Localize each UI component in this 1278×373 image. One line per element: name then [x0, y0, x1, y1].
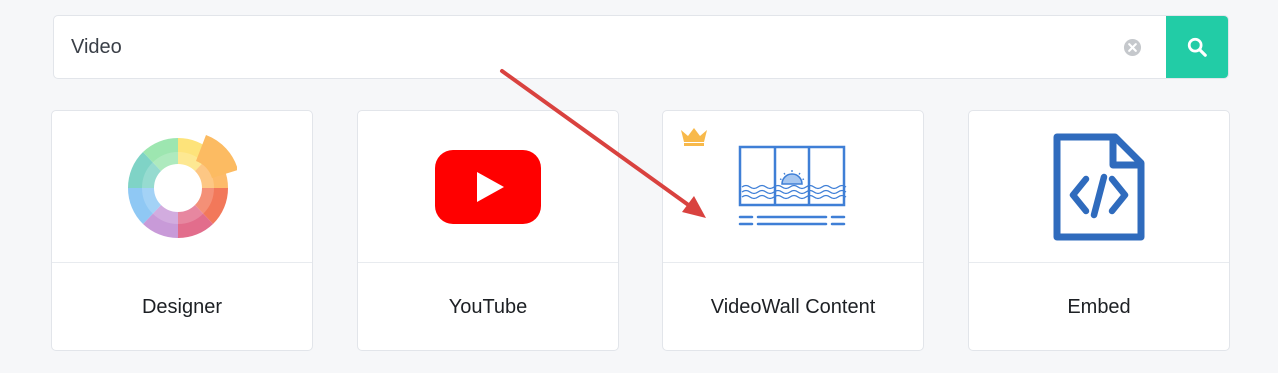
widget-card-videowall-content[interactable]: VideoWall Content [662, 110, 924, 351]
embed-code-file-icon [1053, 133, 1145, 240]
search-button[interactable] [1166, 16, 1228, 78]
search-input[interactable] [54, 16, 1114, 78]
search-icon [1187, 37, 1207, 57]
search-bar [53, 15, 1229, 79]
designer-color-wheel-icon [127, 134, 237, 238]
widget-card-youtube[interactable]: YouTube [357, 110, 619, 351]
card-label: YouTube [448, 295, 528, 318]
clear-icon[interactable] [1123, 38, 1142, 57]
card-label: VideoWall Content [710, 295, 876, 318]
card-icon-area [52, 111, 312, 263]
card-label: Embed [1067, 295, 1131, 318]
card-label: Designer [141, 295, 223, 318]
card-icon-area [358, 111, 618, 263]
card-icon-area [663, 111, 923, 263]
videowall-icon [738, 145, 847, 225]
widget-card-embed[interactable]: Embed [968, 110, 1230, 351]
youtube-icon [435, 149, 541, 224]
card-icon-area [969, 111, 1229, 263]
widget-card-designer[interactable]: Designer [51, 110, 313, 351]
